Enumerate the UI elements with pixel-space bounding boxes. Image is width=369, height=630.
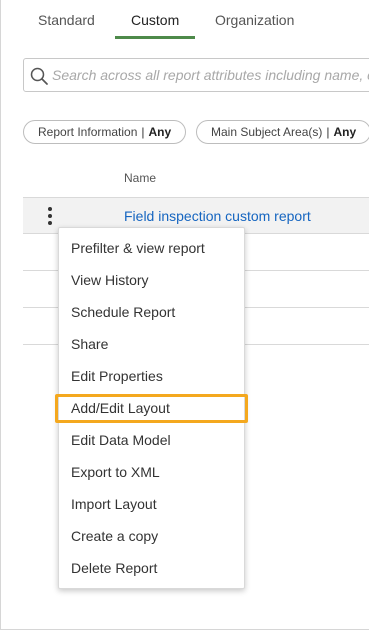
menu-item-edit-properties[interactable]: Edit Properties (71, 360, 163, 392)
filter-separator: | (326, 125, 330, 139)
menu-item-schedule-report[interactable]: Schedule Report (71, 296, 175, 328)
column-header-name[interactable]: Name (124, 171, 156, 185)
tab-standard[interactable]: Standard (38, 12, 95, 28)
menu-item-create-a-copy[interactable]: Create a copy (71, 520, 158, 552)
tab-bar: Standard Custom Organization (1, 0, 369, 40)
tab-organization[interactable]: Organization (215, 12, 294, 28)
report-name-link[interactable]: Field inspection custom report (124, 208, 311, 224)
filter-value: Any (333, 125, 357, 139)
menu-item-import-layout[interactable]: Import Layout (71, 488, 157, 520)
menu-item-prefilter-view-report[interactable]: Prefilter & view report (71, 232, 205, 264)
search-input[interactable] (52, 59, 369, 91)
filter-main-subject-area[interactable]: Main Subject Area(s) | Any (196, 120, 369, 144)
menu-item-add-edit-layout[interactable]: Add/Edit Layout (71, 392, 170, 424)
report-context-menu: Prefilter & view report View History Sch… (58, 227, 245, 589)
tab-custom[interactable]: Custom (131, 12, 179, 28)
filter-report-information[interactable]: Report Information | Any (23, 120, 187, 144)
report-panel: Standard Custom Organization Report Info… (0, 0, 369, 630)
menu-item-export-to-xml[interactable]: Export to XML (71, 456, 160, 488)
menu-item-share[interactable]: Share (71, 328, 108, 360)
filter-separator: | (141, 125, 145, 139)
search-icon (30, 67, 48, 85)
filter-label: Main Subject Area(s) (211, 125, 323, 139)
search-box[interactable] (23, 58, 369, 92)
menu-item-edit-data-model[interactable]: Edit Data Model (71, 424, 171, 456)
menu-item-delete-report[interactable]: Delete Report (71, 552, 157, 584)
filter-label: Report Information (38, 125, 138, 139)
menu-item-view-history[interactable]: View History (71, 264, 149, 296)
filter-value: Any (148, 125, 172, 139)
kebab-menu-icon[interactable] (46, 207, 54, 227)
active-tab-indicator (115, 36, 195, 39)
